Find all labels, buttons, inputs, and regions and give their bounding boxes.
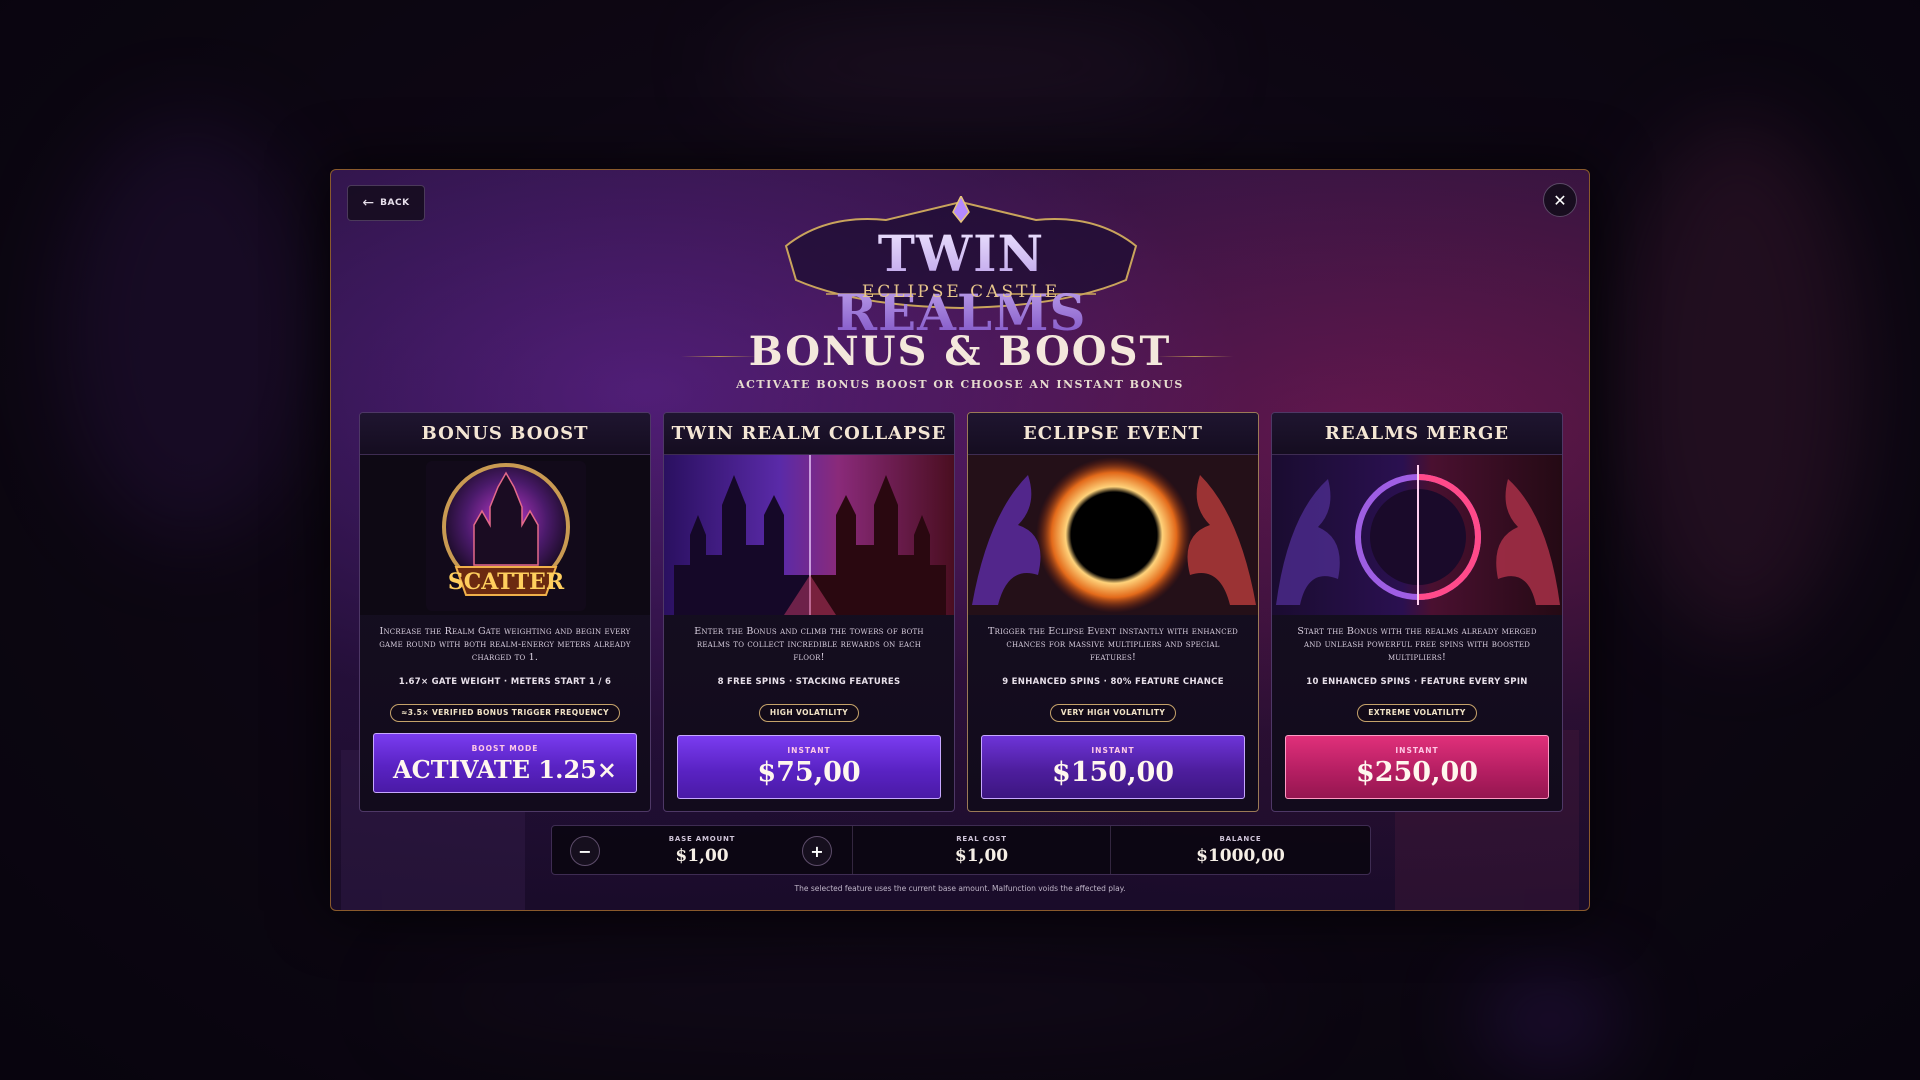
buy-realms-merge-button[interactable]: INSTANT $250,00 [1285, 735, 1549, 799]
card-title: REALMS MERGE [1272, 413, 1562, 455]
base-amount-label: BASE AMOUNT [668, 834, 736, 843]
increase-amount-button[interactable]: + [802, 836, 832, 866]
card-stats: 10 ENHANCED SPINS · FEATURE EVERY SPIN [1306, 677, 1528, 687]
plus-icon: + [810, 841, 824, 861]
base-amount-value: $1,00 [675, 845, 729, 866]
card-realms-merge: REALMS MERGE Start the Bonus with the re… [1271, 412, 1563, 812]
heading-divider-right [1157, 356, 1233, 357]
card-title: TWIN REALM COLLAPSE [664, 413, 954, 455]
card-eclipse-event: ECLIPSE EVENT Trigger the Eclipse Event … [967, 412, 1259, 812]
volatility-badge: HIGH VOLATILITY [758, 704, 860, 722]
card-description: Start the Bonus with the realms already … [1297, 626, 1537, 664]
disclaimer-footnote: The selected feature uses the current ba… [794, 884, 1126, 893]
buy-twin-realm-collapse-button[interactable]: INSTANT $75,00 [677, 735, 941, 799]
trigger-frequency-badge: ≈3.5× VERIFIED BONUS TRIGGER FREQUENCY [390, 704, 620, 722]
page-subtitle: ACTIVATE BONUS BOOST OR CHOOSE AN INSTAN… [736, 378, 1184, 391]
button-caption: INSTANT [1395, 746, 1439, 755]
button-caption: BOOST MODE [471, 744, 539, 753]
activate-boost-button[interactable]: BOOST MODE ACTIVATE 1.25× [373, 733, 637, 793]
volatility-badge: VERY HIGH VOLATILITY [1049, 704, 1177, 722]
close-icon: ✕ [1553, 190, 1567, 210]
minus-icon: − [578, 841, 592, 861]
button-price: $150,00 [1051, 757, 1175, 788]
back-button[interactable]: ← BACK [347, 185, 425, 221]
game-logo: TWIN REALMS ECLIPSE CASTLE [766, 196, 1156, 342]
card-stats: 8 FREE SPINS · STACKING FEATURES [717, 677, 901, 687]
card-bonus-boost: BONUS BOOST SCATTER Increase the Realm G… [359, 412, 651, 812]
card-stats: 1.67× GATE WEIGHT · METERS START 1 / 6 [398, 677, 612, 687]
button-price: $250,00 [1355, 757, 1479, 788]
scatter-symbol-art: SCATTER [360, 455, 650, 615]
buy-eclipse-event-button[interactable]: INSTANT $150,00 [981, 735, 1245, 799]
merged-realms-art [1272, 455, 1562, 615]
logo-subtitle: ECLIPSE CASTLE [861, 282, 1061, 302]
card-stats: 9 ENHANCED SPINS · 80% FEATURE CHANCE [1002, 677, 1224, 687]
page-title: BONUS & BOOST [748, 328, 1172, 375]
arrow-left-icon: ← [362, 195, 375, 211]
card-title: ECLIPSE EVENT [968, 413, 1258, 455]
amount-bar: − BASE AMOUNT $1,00 + REAL COST $1,00 BA… [551, 825, 1371, 875]
back-button-label: BACK [380, 198, 410, 208]
card-description: Trigger the Eclipse Event instantly with… [988, 626, 1238, 664]
real-cost-label: REAL COST [956, 834, 1007, 843]
card-title: BONUS BOOST [360, 413, 650, 455]
button-label: ACTIVATE 1.25× [393, 755, 617, 784]
button-caption: INSTANT [787, 746, 831, 755]
balance-value: $1000,00 [1196, 845, 1285, 866]
card-twin-realm-collapse: TWIN REALM COLLAPSE Enter the Bonus and … [663, 412, 955, 812]
eclipse-dragons-art [968, 455, 1258, 615]
real-cost: REAL COST $1,00 [852, 826, 1110, 874]
volatility-badge: EXTREME VOLATILITY [1357, 704, 1477, 722]
card-description: Increase the Realm Gate weighting and be… [379, 626, 631, 664]
button-caption: INSTANT [1091, 746, 1135, 755]
real-cost-value: $1,00 [954, 845, 1009, 866]
balance: BALANCE $1000,00 [1110, 826, 1370, 874]
balance-label: BALANCE [1219, 834, 1262, 843]
base-amount-stepper: − BASE AMOUNT $1,00 + [552, 826, 852, 874]
card-description: Enter the Bonus and climb the towers of … [694, 626, 924, 664]
bonus-boost-modal: ← BACK ✕ TWIN REALMS ECLIPSE CASTLE BONU… [330, 169, 1590, 911]
twin-towers-art [664, 455, 954, 615]
decrease-amount-button[interactable]: − [570, 836, 600, 866]
close-button[interactable]: ✕ [1543, 183, 1577, 217]
button-price: $75,00 [757, 757, 861, 788]
scatter-label: SCATTER [448, 569, 565, 595]
